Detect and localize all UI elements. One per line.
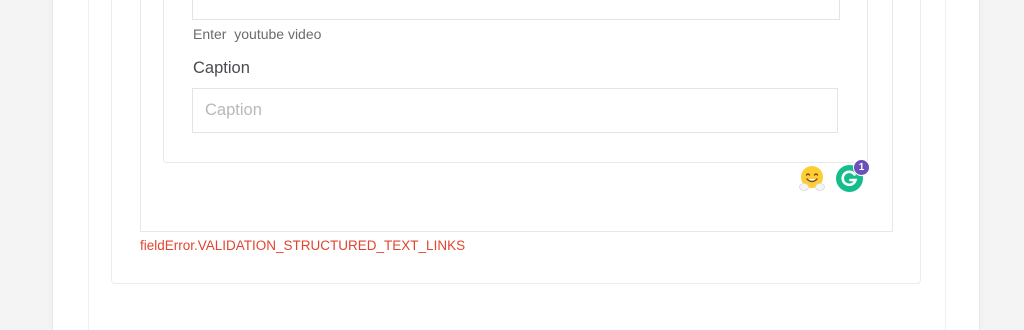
youtube-help-text: Enter youtube video bbox=[193, 26, 322, 42]
youtube-url-input[interactable] bbox=[192, 0, 840, 20]
grammarly-badge-count: 1 bbox=[853, 159, 870, 176]
video-block-card bbox=[163, 0, 868, 163]
grammarly-icon[interactable]: 1 bbox=[836, 159, 870, 193]
caption-label: Caption bbox=[193, 59, 250, 77]
field-error-message: fieldError.VALIDATION_STRUCTURED_TEXT_LI… bbox=[140, 238, 466, 253]
hugging-face-emoji-icon[interactable] bbox=[798, 164, 826, 192]
caption-input[interactable] bbox=[192, 88, 838, 133]
